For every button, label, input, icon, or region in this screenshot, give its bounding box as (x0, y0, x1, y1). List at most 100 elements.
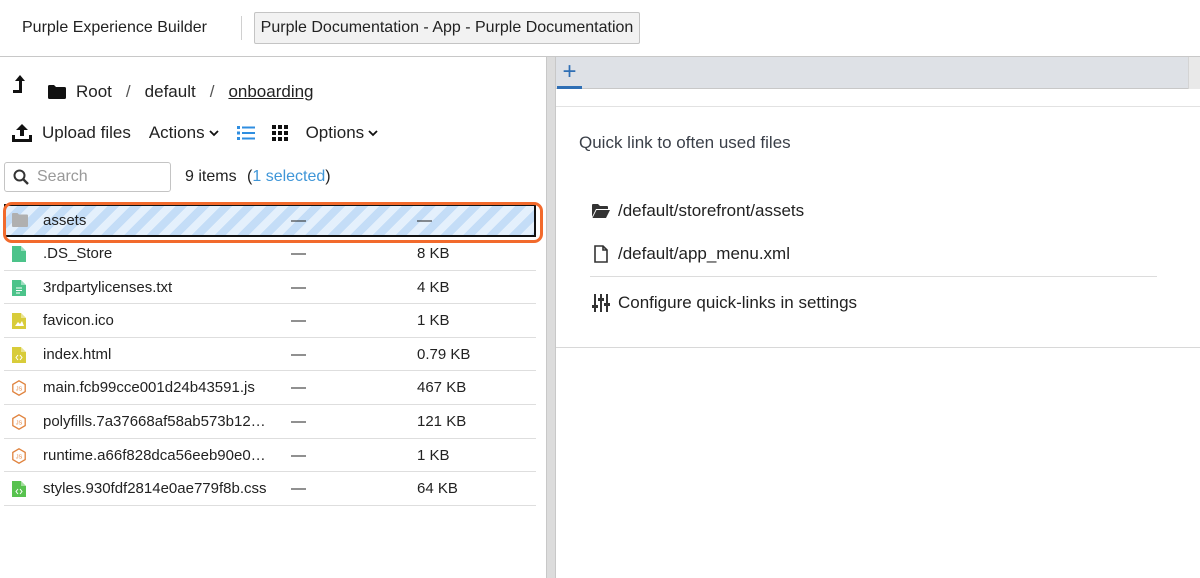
file-modified: — (291, 212, 306, 229)
file-icon (594, 245, 608, 263)
breadcrumb: Root / default / onboarding (48, 82, 314, 102)
document-tab[interactable]: Purple Documentation - App - Purple Docu… (254, 12, 640, 44)
js-file-icon: JS (12, 380, 26, 397)
breadcrumb-separator: / (209, 82, 215, 101)
file-row[interactable]: JS main.fcb99cce001d24b43591.js — 467 KB (4, 371, 536, 405)
file-modified: — (291, 278, 306, 296)
file-row[interactable]: favicon.ico — 1 KB (4, 304, 536, 338)
upload-icon (12, 124, 32, 142)
file-row[interactable]: JS polyfills.7a37668af58ab573b12… — 121 KB (4, 405, 536, 439)
file-size: 467 KB (417, 379, 467, 397)
file-name[interactable]: 3rdpartylicenses.txt (43, 279, 283, 296)
file-size: 1 KB (417, 312, 450, 330)
grid-view-button[interactable] (271, 125, 288, 141)
selected-count-link[interactable]: 1 selected (252, 168, 325, 185)
file-modified: — (291, 312, 306, 330)
app-title[interactable]: Purple Experience Builder (22, 19, 207, 37)
file-row[interactable]: 3rdpartylicenses.txt — 4 KB (4, 271, 536, 305)
file-size: 64 KB (417, 480, 458, 498)
file-row[interactable]: .DS_Store — 8 KB (4, 237, 536, 271)
file-row[interactable]: styles.930fdf2814e0ae779f8b.css — 64 KB (4, 472, 536, 506)
js-file-icon: JS (12, 414, 26, 430)
quick-link-app-menu[interactable]: /default/app_menu.xml (592, 244, 790, 264)
file-modified: — (291, 446, 306, 464)
item-count-text: 9 items (185, 168, 237, 185)
selection-close-paren: ) (325, 168, 331, 185)
divider (556, 106, 1200, 107)
divider (556, 347, 1200, 348)
parent-folder-arrow-icon[interactable] (12, 73, 28, 95)
file-size: 8 KB (417, 245, 450, 262)
list-view-button[interactable] (236, 126, 255, 140)
grid-view-icon (271, 125, 288, 141)
file-size: 1 KB (417, 446, 450, 464)
search-icon (13, 169, 29, 185)
configure-quick-links-link[interactable]: Configure quick-links in settings (592, 293, 857, 313)
file-toolbar: Upload files Actions Options (12, 123, 378, 143)
chevron-down-icon (368, 129, 378, 136)
file-list: assets — — .DS_Store — 8 KB 3rdpartylicenses.t… (3, 202, 543, 506)
file-modified: — (291, 480, 306, 498)
file-modified: — (291, 412, 306, 430)
file-name[interactable]: .DS_Store (43, 245, 283, 262)
configure-quick-links-label: Configure quick-links in settings (618, 293, 858, 312)
tab-strip: + (556, 57, 1200, 89)
file-name[interactable]: runtime.a66f828dca56eeb90e0… (43, 447, 283, 464)
file-browser-panel: Root / default / onboarding Upload files… (0, 57, 546, 578)
file-modified: — (291, 345, 306, 363)
file-name[interactable]: favicon.ico (43, 312, 283, 329)
folder-icon (48, 85, 66, 99)
item-count: 9 items (1 selected) (185, 168, 331, 186)
file-name[interactable]: assets (43, 212, 283, 229)
quick-link-assets[interactable]: /default/storefront/assets (592, 201, 804, 221)
folder-icon (12, 213, 28, 229)
file-size: 0.79 KB (417, 345, 471, 363)
css-file-icon (12, 481, 26, 498)
file-name[interactable]: styles.930fdf2814e0ae779f8b.css (43, 480, 283, 497)
breadcrumb-root[interactable]: Root (76, 82, 112, 102)
scrollbar[interactable] (1188, 57, 1200, 89)
divider (590, 276, 1157, 277)
breadcrumb-separator: / (125, 82, 131, 101)
file-row[interactable]: index.html — 0.79 KB (4, 338, 536, 372)
file-row[interactable]: assets — — (3, 202, 543, 243)
file-icon (12, 246, 26, 262)
svg-text:JS: JS (16, 421, 23, 427)
quick-link-label: /default/storefront/assets (618, 201, 805, 220)
svg-text:JS: JS (16, 454, 23, 460)
quick-links-title: Quick link to often used files (579, 133, 791, 152)
file-name[interactable]: polyfills.7a37668af58ab573b12… (43, 413, 283, 430)
upload-files-label: Upload files (42, 123, 131, 142)
list-view-icon (236, 126, 255, 140)
folder-open-icon (592, 204, 610, 218)
svg-text:JS: JS (16, 387, 23, 393)
file-modified: — (291, 245, 306, 262)
file-size: — (417, 212, 432, 229)
search-input[interactable] (37, 168, 157, 186)
code-file-icon (12, 346, 26, 363)
actions-label: Actions (148, 123, 205, 142)
options-dropdown[interactable]: Options (306, 123, 379, 143)
text-file-icon (12, 279, 26, 296)
quick-links-panel: + Quick link to often used files /defaul… (556, 57, 1200, 578)
file-size: 121 KB (417, 412, 467, 430)
breadcrumb-current[interactable]: onboarding (228, 82, 313, 102)
actions-dropdown[interactable]: Actions (149, 123, 219, 143)
divider (241, 16, 242, 40)
file-name[interactable]: main.fcb99cce001d24b43591.js (43, 379, 283, 396)
add-tab-button[interactable]: + (557, 57, 582, 89)
js-file-icon: JS (12, 447, 26, 464)
options-label: Options (305, 123, 365, 142)
panel-splitter[interactable] (546, 57, 556, 578)
file-size: 4 KB (417, 278, 450, 296)
search-field[interactable] (4, 162, 171, 192)
file-row[interactable]: JS runtime.a66f828dca56eeb90e0… — 1 KB (4, 439, 536, 473)
top-bar: Purple Experience Builder Purple Documen… (0, 0, 1200, 57)
upload-files-button[interactable]: Upload files (12, 123, 131, 143)
file-name[interactable]: index.html (43, 346, 283, 363)
breadcrumb-default[interactable]: default (145, 82, 196, 102)
sliders-icon (592, 294, 610, 312)
file-modified: — (291, 379, 306, 397)
quick-link-label: /default/app_menu.xml (618, 244, 790, 263)
chevron-down-icon (208, 129, 219, 136)
